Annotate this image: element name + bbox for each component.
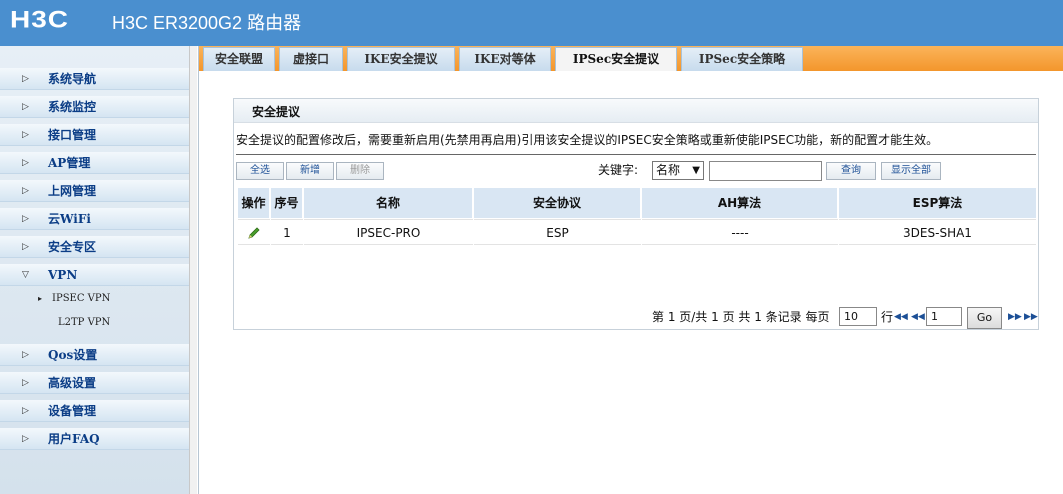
arrow-right-icon: ▷ — [22, 378, 29, 388]
tab-security-association[interactable]: 安全联盟 — [203, 47, 275, 71]
table-cell-protocol: ESP — [474, 219, 641, 245]
sidebar-item-device[interactable]: ▷ 设备管理 — [0, 400, 189, 422]
keyword-select[interactable]: 名称 ▼ — [652, 161, 704, 180]
sidebar-item-ap[interactable]: ▷ AP管理 — [0, 152, 189, 174]
table-row-action — [238, 219, 270, 245]
sidebar-item-security[interactable]: ▷ 安全专区 — [0, 236, 189, 258]
arrow-right-icon: ▸ — [38, 294, 43, 303]
page-title: H3C ER3200G2 路由器 — [112, 13, 302, 33]
sidebar-item-vpn[interactable]: ▽ VPN — [0, 264, 189, 286]
sidebar-item-cloud-wifi[interactable]: ▷ 云WiFi — [0, 208, 189, 230]
sidebar-subitem-l2tp-vpn[interactable]: L2TP VPN — [58, 316, 110, 330]
arrow-right-icon: ▷ — [22, 350, 29, 360]
table-cell-name: IPSEC-PRO — [304, 219, 473, 245]
sidebar-subitem-ipsec-vpn[interactable]: ▸ IPSEC VPN — [38, 292, 110, 306]
add-button[interactable]: 新增 — [286, 162, 334, 180]
table-cell-esp: 3DES-SHA1 — [839, 219, 1036, 245]
sidebar-item-faq[interactable]: ▷ 用户FAQ — [0, 428, 189, 450]
arrow-right-icon: ▷ — [22, 102, 29, 112]
table-cell-index: 1 — [271, 219, 303, 245]
header-bar: H3C H3C ER3200G2 路由器 — [0, 0, 1063, 46]
arrow-right-icon: ▷ — [22, 186, 29, 196]
arrow-right-icon: ▷ — [22, 74, 29, 84]
page-number-input[interactable]: 1 — [926, 307, 962, 326]
panel-header: 安全提议 — [234, 99, 1038, 123]
go-button[interactable]: Go — [967, 307, 1002, 329]
h3c-logo: H3C — [10, 6, 70, 33]
delete-button[interactable]: 删除 — [336, 162, 384, 180]
column-header-ah: AH算法 — [642, 188, 838, 218]
sidebar-item-interface[interactable]: ▷ 接口管理 — [0, 124, 189, 146]
select-all-button[interactable]: 全选 — [236, 162, 284, 180]
arrow-right-icon: ▷ — [22, 214, 29, 224]
column-header-index: 序号 — [271, 188, 303, 218]
panel-title: 安全提议 — [252, 105, 301, 119]
column-header-protocol: 安全协议 — [474, 188, 641, 218]
arrow-down-icon: ▽ — [22, 270, 29, 280]
sidebar-item-qos[interactable]: ▷ Qos设置 — [0, 344, 189, 366]
last-page-icon[interactable]: ▶▶ — [1024, 307, 1038, 327]
column-header-action: 操作 — [238, 188, 270, 218]
prev-page-icon[interactable]: ◀◀ — [911, 307, 925, 327]
tab-ike-peer[interactable]: IKE对等体 — [459, 47, 551, 71]
pagination: 第 1 页/共 1 页 共 1 条记录 每页 10 行 ◀◀ ◀◀ 1 Go ▶… — [652, 307, 1038, 329]
sidebar: ▷ 系统导航 ▷ 系统监控 ▷ 接口管理 ▷ AP管理 ▷ 上网管理 ▷ 云WiFi ▷ 安全… — [0, 46, 189, 494]
show-all-button[interactable]: 显示全部 — [881, 162, 941, 180]
sidebar-item-advanced[interactable]: ▷ 高级设置 — [0, 372, 189, 394]
tab-ipsec-policy[interactable]: IPSec安全策略 — [681, 47, 803, 71]
sidebar-item-system-nav[interactable]: ▷ 系统导航 — [0, 68, 189, 90]
column-header-name: 名称 — [304, 188, 473, 218]
tab-ipsec-proposal[interactable]: IPSec安全提议 — [555, 47, 677, 71]
search-button[interactable]: 查询 — [826, 162, 876, 180]
tab-bar: 安全联盟 虚接口 IKE安全提议 IKE对等体 IPSec安全提议 IPSec安… — [199, 46, 1063, 71]
sidebar-item-internet[interactable]: ▷ 上网管理 — [0, 180, 189, 202]
arrow-right-icon: ▷ — [22, 434, 29, 444]
divider — [236, 154, 1036, 155]
table-cell-ah: ---- — [642, 219, 838, 245]
column-header-esp: ESP算法 — [839, 188, 1036, 218]
next-page-icon[interactable]: ▶▶ — [1008, 307, 1022, 327]
rows-label: 行 — [881, 310, 894, 324]
keyword-label: 关键字: — [598, 163, 639, 177]
config-notice: 安全提议的配置修改后，需要重新启用(先禁用再启用)引用该安全提议的IPSEC安全… — [236, 133, 939, 147]
keyword-input[interactable] — [709, 161, 822, 181]
arrow-right-icon: ▷ — [22, 158, 29, 168]
tab-ike-proposal[interactable]: IKE安全提议 — [347, 47, 455, 71]
sidebar-splitter — [189, 46, 197, 494]
sidebar-item-system-monitor[interactable]: ▷ 系统监控 — [0, 96, 189, 118]
per-page-input[interactable]: 10 — [839, 307, 877, 326]
arrow-right-icon: ▷ — [22, 130, 29, 140]
page-info: 第 1 页/共 1 页 共 1 条记录 每页 — [652, 310, 830, 324]
proposal-panel: 安全提议 安全提议的配置修改后，需要重新启用(先禁用再启用)引用该安全提议的IP… — [233, 98, 1039, 330]
arrow-right-icon: ▷ — [22, 406, 29, 416]
edit-pencil-icon[interactable] — [247, 226, 261, 240]
main-content: 安全联盟 虚接口 IKE安全提议 IKE对等体 IPSec安全提议 IPSec安… — [198, 46, 1063, 494]
arrow-right-icon: ▷ — [22, 242, 29, 252]
first-page-icon[interactable]: ◀◀ — [894, 307, 908, 327]
tab-virtual-interface[interactable]: 虚接口 — [279, 47, 343, 71]
chevron-down-icon: ▼ — [692, 165, 700, 176]
